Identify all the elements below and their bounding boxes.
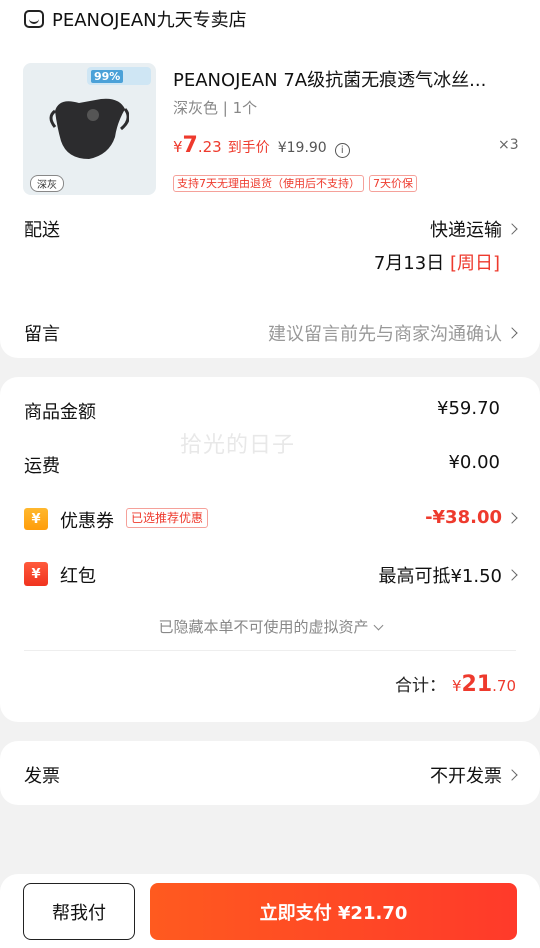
- divider: [24, 650, 516, 651]
- mask-icon: [49, 98, 129, 159]
- message-field[interactable]: 建议留言前先与商家沟通确认: [268, 320, 518, 346]
- watermark: 拾光的日子: [180, 433, 296, 458]
- invoice-label: 发票: [24, 766, 60, 787]
- price-label: 到手价: [227, 140, 270, 156]
- service-tags: 支持7天无理由退货（使用后不支持） 7天价保: [173, 175, 417, 192]
- hidden-assets-text: 已隐藏本单不可使用的虚拟资产: [158, 618, 369, 636]
- invoice-value: 不开发票: [430, 766, 502, 787]
- product-title[interactable]: PEANOJEAN 7A级抗菌无痕透气冰丝...: [173, 66, 518, 92]
- chevron-right-icon: [506, 769, 518, 781]
- chevron-down-icon: [373, 620, 383, 631]
- help-me-pay-button[interactable]: 帮我付: [23, 883, 135, 940]
- price-decimal: .23: [197, 138, 222, 156]
- red-packet-icon: ¥: [24, 562, 48, 586]
- product-variant[interactable]: 深灰色 | 1个: [173, 97, 257, 118]
- coupon-selector[interactable]: -¥38.00: [425, 507, 518, 528]
- message-placeholder: 建议留言前先与商家沟通确认: [268, 324, 502, 345]
- goods-amount-label: 商品金额: [24, 402, 96, 423]
- red-packet-label: 红包: [60, 566, 96, 587]
- product-image[interactable]: 99% 深灰: [23, 63, 156, 195]
- pay-now-button[interactable]: 立即支付 ¥21.70: [150, 883, 517, 940]
- delivery-weekday: [周日]: [449, 253, 500, 274]
- coupon-icon: ¥: [24, 508, 48, 530]
- hidden-assets-toggle[interactable]: 已隐藏本单不可使用的虚拟资产: [0, 616, 540, 637]
- order-card: PEANOJEAN九天专卖店 99% 深灰 PEANOJEAN 7A级抗菌无痕透…: [0, 0, 540, 358]
- coupon-value: -¥38.00: [425, 507, 502, 528]
- info-icon[interactable]: i: [334, 143, 350, 158]
- delivery-date: 7月13日 [周日]: [374, 249, 500, 275]
- red-packet-value: 最高可抵¥1.50: [378, 566, 502, 587]
- shop-header[interactable]: PEANOJEAN九天专卖店: [24, 7, 247, 31]
- return-policy-tag: 支持7天无理由退货（使用后不支持）: [173, 175, 364, 192]
- shipping-value: ¥0.00: [448, 452, 500, 473]
- price-currency: ¥: [173, 138, 183, 156]
- quantity[interactable]: ×3: [498, 137, 519, 153]
- delivery-label: 配送: [24, 220, 60, 241]
- price-protect-tag: 7天价保: [369, 175, 417, 192]
- price-integer: 7: [182, 133, 198, 158]
- shop-name: PEANOJEAN九天专卖店: [52, 10, 247, 31]
- message-label: 留言: [24, 324, 60, 345]
- image-variant-tag: 深灰: [30, 175, 64, 192]
- shop-icon: [24, 10, 44, 28]
- delivery-date-text: 7月13日: [373, 253, 445, 274]
- order-total: 合计： ¥21.70: [395, 671, 516, 697]
- total-value: ¥21.70: [451, 672, 516, 697]
- image-badge: 99%: [87, 67, 151, 85]
- total-label: 合计：: [394, 676, 446, 696]
- shipping-label: 运费: [24, 456, 60, 477]
- red-packet-selector[interactable]: 最高可抵¥1.50: [378, 562, 518, 588]
- chevron-right-icon: [506, 569, 518, 581]
- invoice-selector[interactable]: 不开发票: [430, 762, 518, 788]
- chevron-right-icon: [506, 511, 518, 524]
- coupon-recommend-tag: 已选推荐优惠: [126, 508, 209, 528]
- delivery-method-text: 快递运输: [430, 220, 502, 241]
- chevron-right-icon: [506, 223, 518, 235]
- chevron-right-icon: [506, 327, 518, 339]
- price-row: ¥ 7 .23 到手价 ¥19.90 i: [173, 133, 350, 158]
- goods-amount-value: ¥59.70: [437, 398, 500, 419]
- delivery-method[interactable]: 快递运输: [430, 216, 518, 242]
- original-price: ¥19.90: [277, 140, 327, 156]
- coupon-label: 优惠券: [60, 511, 114, 532]
